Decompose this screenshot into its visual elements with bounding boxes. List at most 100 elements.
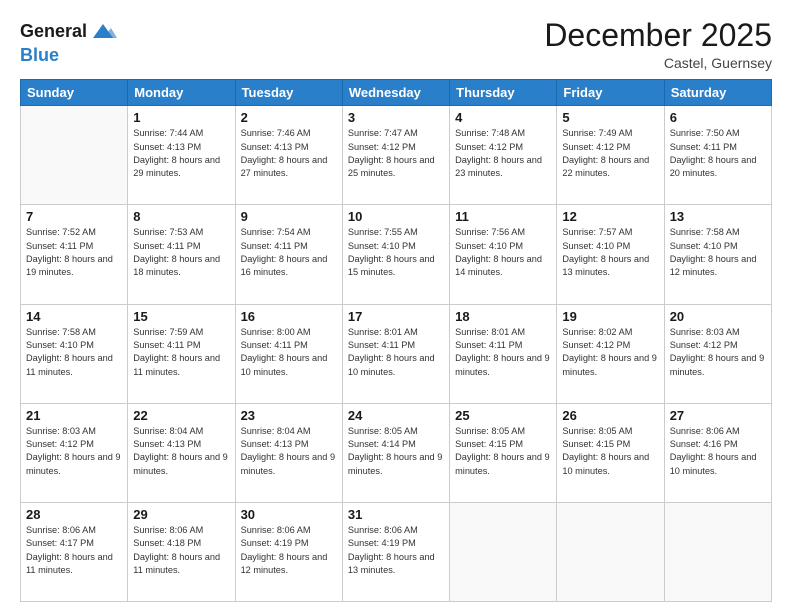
- table-row: 1Sunrise: 7:44 AMSunset: 4:13 PMDaylight…: [128, 106, 235, 205]
- day-info: Sunrise: 8:06 AMSunset: 4:17 PMDaylight:…: [26, 524, 122, 577]
- day-number: 18: [455, 309, 551, 324]
- calendar-week-row: 14 Sunrise: 7:58 AMSunset: 4:10 PMDayligh…: [21, 304, 772, 403]
- day-number: 2: [241, 110, 337, 125]
- day-number: 14: [26, 309, 122, 324]
- col-sunday: Sunday: [21, 80, 128, 106]
- day-info: Sunrise: 7:52 AMSunset: 4:11 PMDaylight:…: [26, 226, 122, 279]
- table-row: 12 Sunrise: 7:57 AMSunset: 4:10 PMDayligh…: [557, 205, 664, 304]
- day-info: Sunrise: 8:06 AMSunset: 4:16 PMDaylight:…: [670, 425, 766, 478]
- col-saturday: Saturday: [664, 80, 771, 106]
- day-number: 28: [26, 507, 122, 522]
- day-number: 13: [670, 209, 766, 224]
- day-info: Sunrise: 7:44 AMSunset: 4:13 PMDaylight:…: [133, 127, 229, 180]
- day-info: Sunrise: 8:04 AMSunset: 4:13 PMDaylight:…: [241, 425, 337, 478]
- day-number: 29: [133, 507, 229, 522]
- day-number: 26: [562, 408, 658, 423]
- day-info: Sunrise: 7:55 AMSunset: 4:10 PMDaylight:…: [348, 226, 444, 279]
- title-block: December 2025 Castel, Guernsey: [544, 18, 772, 71]
- col-wednesday: Wednesday: [342, 80, 449, 106]
- day-info: Sunrise: 8:03 AMSunset: 4:12 PMDaylight:…: [670, 326, 766, 379]
- day-number: 9: [241, 209, 337, 224]
- day-info: Sunrise: 7:53 AMSunset: 4:11 PMDaylight:…: [133, 226, 229, 279]
- day-number: 12: [562, 209, 658, 224]
- day-number: 7: [26, 209, 122, 224]
- table-row: 19Sunrise: 8:02 AMSunset: 4:12 PMDayligh…: [557, 304, 664, 403]
- logo-icon: [89, 18, 117, 46]
- logo-blue-text: Blue: [20, 46, 117, 66]
- header: General Blue December 2025 Castel, Guern…: [20, 18, 772, 71]
- day-info: Sunrise: 8:06 AMSunset: 4:19 PMDaylight:…: [348, 524, 444, 577]
- table-row: 31 Sunrise: 8:06 AMSunset: 4:19 PMDayligh…: [342, 502, 449, 601]
- table-row: 29 Sunrise: 8:06 AMSunset: 4:18 PMDayligh…: [128, 502, 235, 601]
- logo-text: General: [20, 18, 117, 46]
- table-row: 15Sunrise: 7:59 AMSunset: 4:11 PMDayligh…: [128, 304, 235, 403]
- day-number: 31: [348, 507, 444, 522]
- table-row: [21, 106, 128, 205]
- day-info: Sunrise: 7:48 AMSunset: 4:12 PMDaylight:…: [455, 127, 551, 180]
- table-row: 4 Sunrise: 7:48 AMSunset: 4:12 PMDaylight…: [450, 106, 557, 205]
- day-number: 19: [562, 309, 658, 324]
- calendar-week-row: 28 Sunrise: 8:06 AMSunset: 4:17 PMDayligh…: [21, 502, 772, 601]
- day-info: Sunrise: 7:59 AMSunset: 4:11 PMDaylight:…: [133, 326, 229, 379]
- table-row: 3 Sunrise: 7:47 AMSunset: 4:12 PMDaylight…: [342, 106, 449, 205]
- table-row: 21Sunrise: 8:03 AMSunset: 4:12 PMDayligh…: [21, 403, 128, 502]
- table-row: 8Sunrise: 7:53 AMSunset: 4:11 PMDaylight…: [128, 205, 235, 304]
- calendar-week-row: 21Sunrise: 8:03 AMSunset: 4:12 PMDayligh…: [21, 403, 772, 502]
- table-row: [664, 502, 771, 601]
- table-row: 14 Sunrise: 7:58 AMSunset: 4:10 PMDayligh…: [21, 304, 128, 403]
- day-info: Sunrise: 7:49 AMSunset: 4:12 PMDaylight:…: [562, 127, 658, 180]
- day-number: 17: [348, 309, 444, 324]
- location: Castel, Guernsey: [544, 55, 772, 71]
- table-row: 16 Sunrise: 8:00 AMSunset: 4:11 PMDayligh…: [235, 304, 342, 403]
- day-number: 22: [133, 408, 229, 423]
- calendar-week-row: 7 Sunrise: 7:52 AMSunset: 4:11 PMDaylight…: [21, 205, 772, 304]
- table-row: 11Sunrise: 7:56 AMSunset: 4:10 PMDayligh…: [450, 205, 557, 304]
- table-row: 20 Sunrise: 8:03 AMSunset: 4:12 PMDayligh…: [664, 304, 771, 403]
- day-number: 10: [348, 209, 444, 224]
- table-row: 17 Sunrise: 8:01 AMSunset: 4:11 PMDayligh…: [342, 304, 449, 403]
- day-info: Sunrise: 7:54 AMSunset: 4:11 PMDaylight:…: [241, 226, 337, 279]
- day-number: 23: [241, 408, 337, 423]
- table-row: 6 Sunrise: 7:50 AMSunset: 4:11 PMDaylight…: [664, 106, 771, 205]
- day-info: Sunrise: 7:58 AMSunset: 4:10 PMDaylight:…: [26, 326, 122, 379]
- table-row: 26 Sunrise: 8:05 AMSunset: 4:15 PMDayligh…: [557, 403, 664, 502]
- table-row: 10 Sunrise: 7:55 AMSunset: 4:10 PMDayligh…: [342, 205, 449, 304]
- day-info: Sunrise: 8:06 AMSunset: 4:18 PMDaylight:…: [133, 524, 229, 577]
- day-number: 20: [670, 309, 766, 324]
- table-row: 24Sunrise: 8:05 AMSunset: 4:14 PMDayligh…: [342, 403, 449, 502]
- table-row: 18 Sunrise: 8:01 AMSunset: 4:11 PMDayligh…: [450, 304, 557, 403]
- day-number: 6: [670, 110, 766, 125]
- day-info: Sunrise: 8:05 AMSunset: 4:15 PMDaylight:…: [562, 425, 658, 478]
- table-row: 9 Sunrise: 7:54 AMSunset: 4:11 PMDaylight…: [235, 205, 342, 304]
- day-number: 24: [348, 408, 444, 423]
- day-number: 3: [348, 110, 444, 125]
- table-row: 7 Sunrise: 7:52 AMSunset: 4:11 PMDaylight…: [21, 205, 128, 304]
- table-row: 30Sunrise: 8:06 AMSunset: 4:19 PMDayligh…: [235, 502, 342, 601]
- table-row: 25Sunrise: 8:05 AMSunset: 4:15 PMDayligh…: [450, 403, 557, 502]
- day-info: Sunrise: 7:46 AMSunset: 4:13 PMDaylight:…: [241, 127, 337, 180]
- day-info: Sunrise: 8:05 AMSunset: 4:15 PMDaylight:…: [455, 425, 551, 478]
- day-number: 30: [241, 507, 337, 522]
- day-info: Sunrise: 7:50 AMSunset: 4:11 PMDaylight:…: [670, 127, 766, 180]
- col-thursday: Thursday: [450, 80, 557, 106]
- logo: General Blue: [20, 18, 117, 66]
- day-number: 21: [26, 408, 122, 423]
- day-info: Sunrise: 8:01 AMSunset: 4:11 PMDaylight:…: [348, 326, 444, 379]
- day-info: Sunrise: 8:01 AMSunset: 4:11 PMDaylight:…: [455, 326, 551, 379]
- day-info: Sunrise: 7:47 AMSunset: 4:12 PMDaylight:…: [348, 127, 444, 180]
- col-monday: Monday: [128, 80, 235, 106]
- day-number: 4: [455, 110, 551, 125]
- table-row: [450, 502, 557, 601]
- day-info: Sunrise: 7:57 AMSunset: 4:10 PMDaylight:…: [562, 226, 658, 279]
- day-number: 16: [241, 309, 337, 324]
- table-row: [557, 502, 664, 601]
- day-number: 27: [670, 408, 766, 423]
- day-info: Sunrise: 7:58 AMSunset: 4:10 PMDaylight:…: [670, 226, 766, 279]
- calendar-header-row: Sunday Monday Tuesday Wednesday Thursday…: [21, 80, 772, 106]
- table-row: 23 Sunrise: 8:04 AMSunset: 4:13 PMDayligh…: [235, 403, 342, 502]
- day-info: Sunrise: 8:04 AMSunset: 4:13 PMDaylight:…: [133, 425, 229, 478]
- table-row: 22 Sunrise: 8:04 AMSunset: 4:13 PMDayligh…: [128, 403, 235, 502]
- table-row: 28 Sunrise: 8:06 AMSunset: 4:17 PMDayligh…: [21, 502, 128, 601]
- day-info: Sunrise: 8:00 AMSunset: 4:11 PMDaylight:…: [241, 326, 337, 379]
- day-info: Sunrise: 7:56 AMSunset: 4:10 PMDaylight:…: [455, 226, 551, 279]
